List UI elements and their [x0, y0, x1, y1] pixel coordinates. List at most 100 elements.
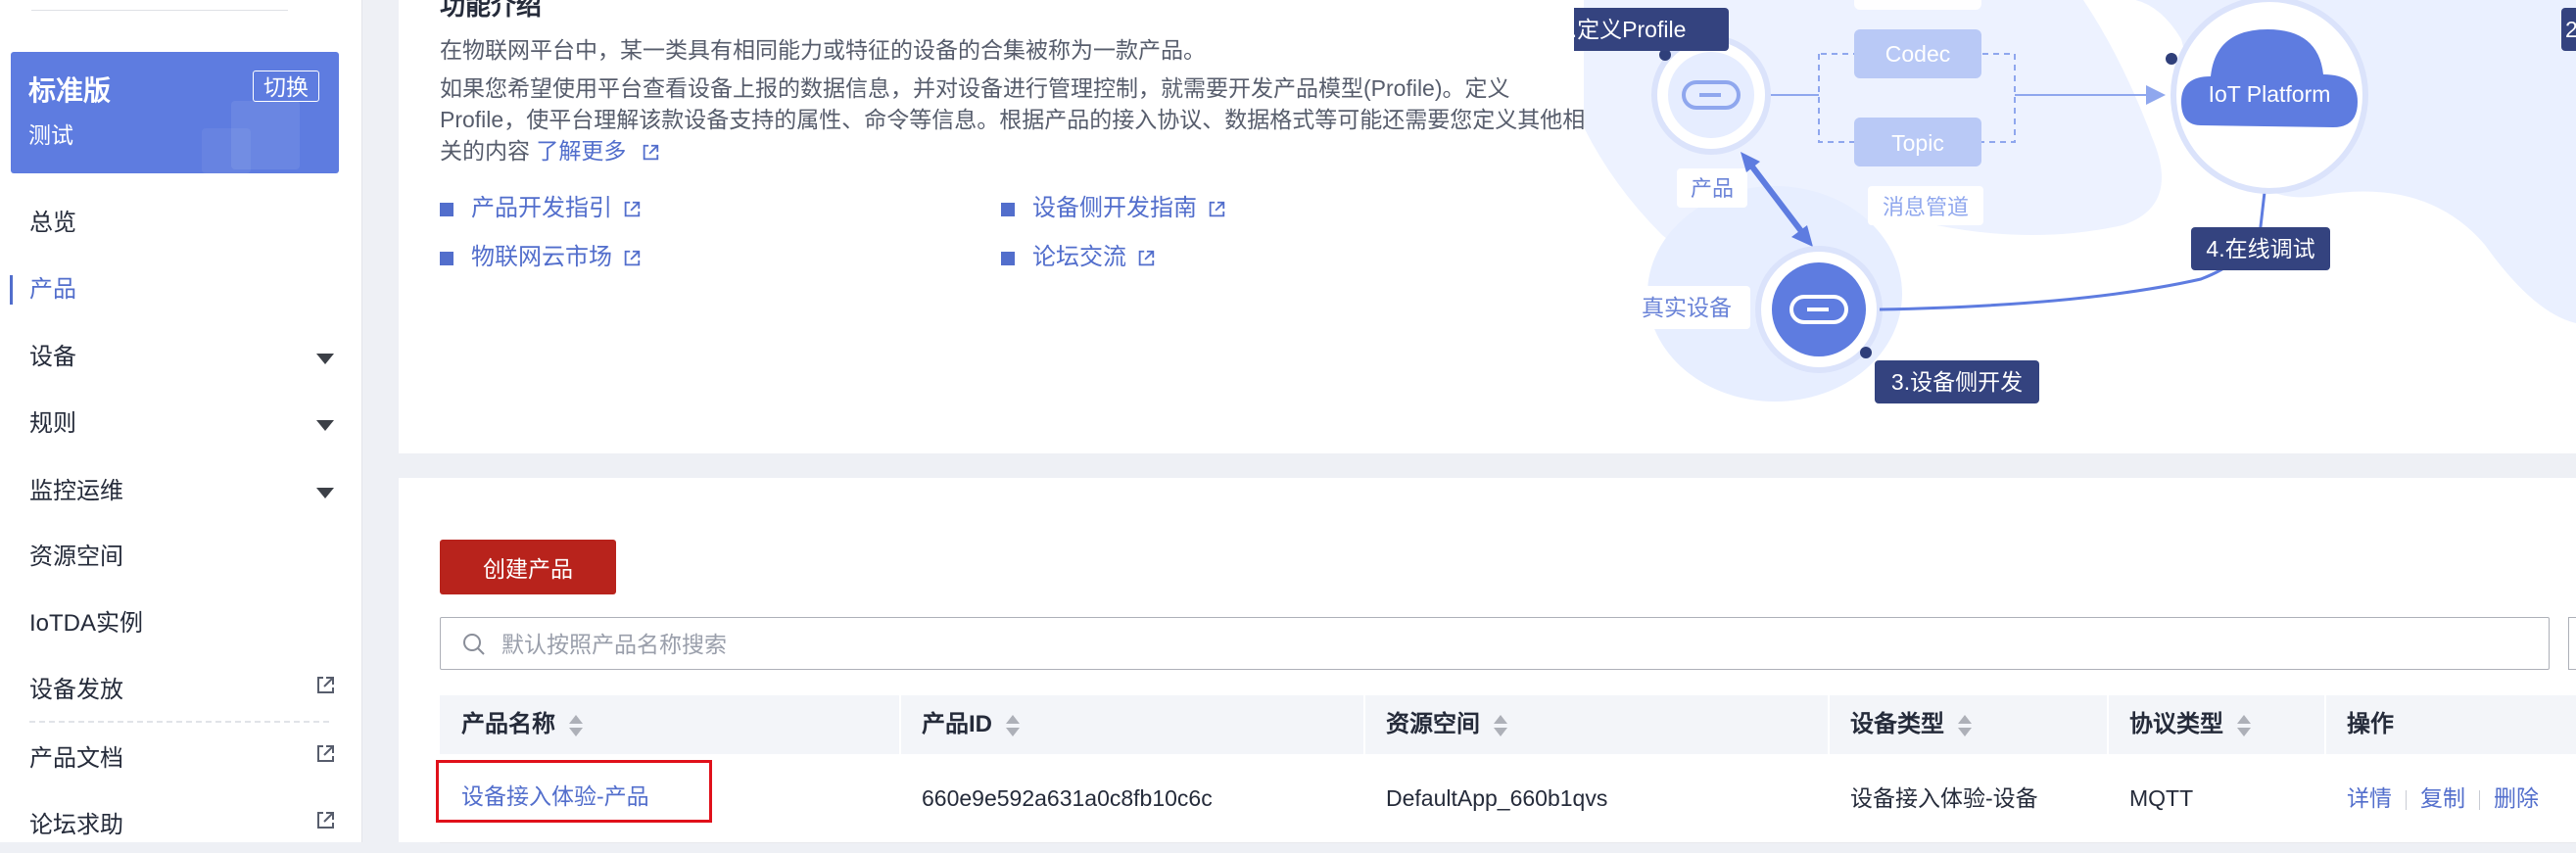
- step1-label: 1.定义Profile: [1574, 17, 1686, 42]
- product-name-link[interactable]: 设备接入体验-产品: [436, 754, 900, 842]
- caret-down-icon: [316, 354, 334, 364]
- caret-down-icon: [316, 420, 334, 431]
- sidebar-item-label: 设备: [29, 344, 76, 370]
- external-link-icon: [1209, 201, 1225, 216]
- sidebar-item-device-provisioning[interactable]: 设备发放: [0, 663, 361, 718]
- sidebar-divider: [31, 10, 288, 11]
- product-list-panel: 创建产品 产品名称 产品ID 资源空间 设备类型 协议类型 操作 设备接入体验-…: [399, 478, 2576, 843]
- search-icon: [463, 634, 485, 655]
- column-header-protocol[interactable]: 协议类型: [2108, 695, 2325, 754]
- sidebar-item-label: 资源空间: [29, 544, 123, 570]
- search-options-button[interactable]: [2568, 617, 2576, 670]
- table-header: 产品名称 产品ID 资源空间 设备类型 协议类型 操作: [440, 695, 2576, 754]
- column-header-resource-space[interactable]: 资源空间: [1364, 695, 1829, 754]
- step4-label: 4.在线调试: [2206, 236, 2314, 261]
- column-label: 产品名称: [461, 711, 555, 737]
- link-product-dev-guide[interactable]: 产品开发指引: [440, 188, 642, 222]
- intro-text-2: 如果您希望使用平台查看设备上报的数据信息，并对设备进行管理控制，就需要开发产品模…: [440, 72, 1591, 166]
- resource-space: DefaultApp_660b1qvs: [1386, 785, 1608, 811]
- link-label: 物联网云市场: [471, 244, 612, 270]
- active-indicator: [10, 275, 13, 305]
- sidebar-item-monitoring[interactable]: 监控运维: [0, 464, 361, 519]
- sort-icon[interactable]: [1958, 714, 1972, 736]
- column-label: 协议类型: [2129, 711, 2223, 737]
- link-device-dev-guide[interactable]: 设备侧开发指南: [1001, 188, 1226, 222]
- learn-more-label: 了解更多: [536, 138, 627, 164]
- external-link-icon: [624, 250, 641, 265]
- sidebar-item-iotda-instance[interactable]: IoTDA实例: [0, 596, 361, 651]
- real-device-label: 真实设备: [1642, 295, 1732, 320]
- sidebar-item-devices[interactable]: 设备: [0, 330, 361, 385]
- external-link-icon: [624, 201, 641, 216]
- codec-label: Codec: [1885, 41, 1950, 67]
- product-flow-diagram: Codec Topic 1.定义Profile 产品 消息管道 真实设备 3.设…: [1574, 0, 2576, 403]
- edition-title: 标准版: [28, 75, 112, 106]
- product-node-label: 产品: [1691, 176, 1734, 201]
- section-title: 功能介绍: [440, 0, 543, 21]
- column-label: 产品ID: [922, 711, 992, 737]
- sidebar-item-product-docs[interactable]: 产品文档: [0, 732, 361, 786]
- column-label: 资源空间: [1386, 711, 1480, 737]
- column-header-device-type[interactable]: 设备类型: [1829, 695, 2108, 754]
- column-label: 操作: [2347, 711, 2394, 737]
- bullet-square-icon: [1001, 251, 1015, 265]
- sort-icon[interactable]: [569, 714, 583, 736]
- bullet-square-icon: [1001, 202, 1015, 216]
- sidebar-item-rules[interactable]: 规则: [0, 397, 361, 451]
- sidebar-item-label: 设备发放: [29, 677, 123, 703]
- column-header-product-id[interactable]: 产品ID: [900, 695, 1364, 754]
- sidebar-item-label: IoTDA实例: [29, 610, 144, 637]
- intro-text-1: 在物联网平台中，某一类具有相同能力或特征的设备的合集被称为一款产品。: [440, 37, 1206, 63]
- bullet-square-icon: [440, 202, 453, 216]
- external-link-icon: [317, 812, 334, 829]
- column-header-product-name[interactable]: 产品名称: [440, 695, 900, 754]
- search-input[interactable]: [500, 626, 2266, 663]
- caret-down-icon: [316, 488, 334, 498]
- sidebar-item-label: 监控运维: [29, 478, 123, 504]
- message-pipe-label: 消息管道: [1883, 195, 1969, 219]
- table-row: 设备接入体验-产品 660e9e592a631a0c8fb10c6c Defau…: [436, 754, 2576, 843]
- link-label: 论坛交流: [1032, 244, 1126, 270]
- sidebar: 标准版 测试 切换 总览 产品 设备 规则 监控运维 资源空间 IoTDA实例 …: [0, 0, 362, 842]
- sidebar-item-forum-help[interactable]: 论坛求助: [0, 798, 361, 853]
- external-link-icon: [1138, 250, 1155, 265]
- sidebar-item-overview[interactable]: 总览: [0, 196, 361, 251]
- switch-instance-button[interactable]: 切换: [253, 71, 319, 102]
- sidebar-item-label: 论坛求助: [29, 812, 123, 838]
- edition-instance-name: 测试: [28, 122, 73, 148]
- sort-icon[interactable]: [1494, 714, 1507, 736]
- sort-icon[interactable]: [2237, 714, 2251, 736]
- step3-label: 3.设备侧开发: [1891, 369, 2023, 395]
- link-label: 产品开发指引: [471, 195, 612, 221]
- external-link-icon: [317, 677, 334, 693]
- sort-icon[interactable]: [1006, 714, 1020, 736]
- product-id: 660e9e592a631a0c8fb10c6c: [922, 785, 1213, 811]
- details-link[interactable]: 详情: [2347, 785, 2392, 811]
- product-search-box[interactable]: [440, 617, 2550, 670]
- protocol-type: MQTT: [2129, 785, 2194, 811]
- column-label: 设备类型: [1850, 711, 1944, 737]
- edition-card: 标准版 测试 切换: [11, 52, 339, 173]
- sidebar-item-products[interactable]: 产品: [0, 262, 361, 317]
- link-forum[interactable]: 论坛交流: [1001, 237, 1156, 271]
- sidebar-item-label: 产品文档: [29, 745, 123, 772]
- delete-link[interactable]: 删除: [2494, 785, 2539, 811]
- column-header-actions: 操作: [2325, 695, 2576, 754]
- sidebar-dashed-divider: [29, 721, 329, 723]
- external-link-icon: [643, 144, 658, 161]
- bullet-square-icon: [440, 251, 453, 265]
- topic-label: Topic: [1891, 130, 1944, 156]
- create-product-button[interactable]: 创建产品: [440, 540, 616, 594]
- sidebar-item-label: 规则: [29, 410, 76, 437]
- sidebar-item-resource-space[interactable]: 资源空间: [0, 530, 361, 585]
- row-actions: 详情 复制 删除: [2325, 754, 2576, 842]
- link-label: 设备侧开发指南: [1032, 195, 1197, 221]
- link-iot-marketplace[interactable]: 物联网云市场: [440, 237, 642, 271]
- learn-more-link[interactable]: 了解更多: [536, 138, 659, 164]
- highlight-annotation-box: [436, 760, 712, 823]
- iot-platform-label: IoT Platform: [2209, 81, 2331, 107]
- external-link-icon: [317, 745, 334, 762]
- sidebar-item-label: 产品: [29, 276, 76, 303]
- copy-link[interactable]: 复制: [2420, 785, 2465, 811]
- intro-panel: 功能介绍 在物联网平台中，某一类具有相同能力或特征的设备的合集被称为一款产品。 …: [399, 0, 2576, 453]
